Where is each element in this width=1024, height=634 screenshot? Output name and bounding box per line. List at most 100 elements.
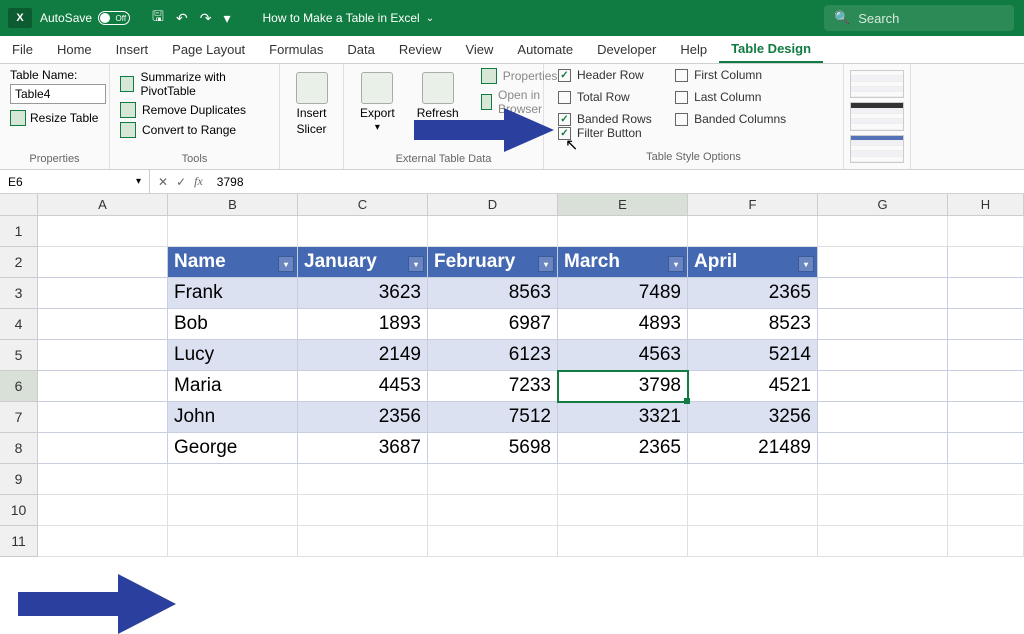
cell[interactable]: [558, 495, 688, 526]
cell[interactable]: [298, 464, 428, 495]
cell[interactable]: 7512: [428, 402, 558, 433]
row-header[interactable]: 10: [0, 495, 38, 526]
tab-insert[interactable]: Insert: [104, 36, 161, 63]
tab-home[interactable]: Home: [45, 36, 104, 63]
cell[interactable]: [38, 402, 168, 433]
cell[interactable]: [948, 526, 1024, 557]
cell[interactable]: [428, 464, 558, 495]
cell[interactable]: 5698: [428, 433, 558, 464]
row-header[interactable]: 9: [0, 464, 38, 495]
filter-dropdown-icon[interactable]: ▾: [278, 256, 294, 272]
col-header-C[interactable]: C: [298, 194, 428, 216]
row-header[interactable]: 8: [0, 433, 38, 464]
cell[interactable]: February▾: [428, 247, 558, 278]
tab-view[interactable]: View: [453, 36, 505, 63]
row-header[interactable]: 5: [0, 340, 38, 371]
resize-table-button[interactable]: Resize Table: [10, 110, 99, 126]
col-header-A[interactable]: A: [38, 194, 168, 216]
cell[interactable]: [38, 309, 168, 340]
cell[interactable]: [818, 309, 948, 340]
cell[interactable]: 8563: [428, 278, 558, 309]
cell[interactable]: April▾: [688, 247, 818, 278]
cell[interactable]: [948, 433, 1024, 464]
cell[interactable]: [948, 464, 1024, 495]
banded-columns-checkbox[interactable]: Banded Columns: [675, 112, 786, 126]
cell[interactable]: 21489: [688, 433, 818, 464]
formula-input[interactable]: 3798: [211, 175, 250, 189]
cell[interactable]: [948, 247, 1024, 278]
cell[interactable]: 4521: [688, 371, 818, 402]
cell[interactable]: [558, 526, 688, 557]
convert-range-button[interactable]: Convert to Range: [120, 120, 269, 140]
row-header[interactable]: 1: [0, 216, 38, 247]
tab-developer[interactable]: Developer: [585, 36, 668, 63]
row-header[interactable]: 3: [0, 278, 38, 309]
cell[interactable]: [168, 464, 298, 495]
tab-table-design[interactable]: Table Design: [719, 36, 823, 63]
select-all-corner[interactable]: [0, 194, 38, 216]
row-header[interactable]: 4: [0, 309, 38, 340]
cell[interactable]: [818, 247, 948, 278]
cell[interactable]: 3623: [298, 278, 428, 309]
cell[interactable]: 3321: [558, 402, 688, 433]
document-title[interactable]: How to Make a Table in Excel ⌄: [262, 11, 434, 25]
col-header-B[interactable]: B: [168, 194, 298, 216]
cell[interactable]: 7233: [428, 371, 558, 402]
tab-formulas[interactable]: Formulas: [257, 36, 335, 63]
cell[interactable]: [168, 216, 298, 247]
summarize-pivot-button[interactable]: Summarize with PivotTable: [120, 68, 269, 100]
cell[interactable]: 3687: [298, 433, 428, 464]
cell[interactable]: [948, 402, 1024, 433]
cell[interactable]: [818, 495, 948, 526]
total-row-checkbox[interactable]: Total Row: [558, 90, 652, 104]
cell[interactable]: [298, 526, 428, 557]
cell[interactable]: [168, 495, 298, 526]
ext-properties-button[interactable]: Properties: [481, 68, 558, 84]
name-box[interactable]: E6 ▾: [0, 170, 150, 193]
remove-duplicates-button[interactable]: Remove Duplicates: [120, 100, 269, 120]
cell[interactable]: 1893: [298, 309, 428, 340]
save-icon[interactable]: 🖫: [152, 6, 164, 30]
fx-icon[interactable]: fx: [194, 174, 203, 189]
undo-icon[interactable]: ↶: [176, 10, 188, 27]
unlink-button[interactable]: Unlink: [481, 120, 558, 136]
cell[interactable]: [818, 526, 948, 557]
cell[interactable]: [688, 464, 818, 495]
tab-automate[interactable]: Automate: [505, 36, 585, 63]
table-name-input[interactable]: [10, 84, 106, 104]
tab-file[interactable]: File: [0, 36, 45, 63]
cell[interactable]: [688, 216, 818, 247]
cell[interactable]: 6987: [428, 309, 558, 340]
filter-dropdown-icon[interactable]: ▾: [408, 256, 424, 272]
table-style-preview[interactable]: [850, 70, 904, 98]
cell[interactable]: [428, 526, 558, 557]
redo-icon[interactable]: ↷: [200, 10, 212, 27]
cell[interactable]: [818, 402, 948, 433]
cancel-formula-icon[interactable]: ✕: [158, 175, 168, 189]
banded-rows-checkbox[interactable]: ✓Banded Rows: [558, 112, 652, 126]
autosave-toggle[interactable]: AutoSave Off: [40, 11, 130, 25]
cell[interactable]: 2149: [298, 340, 428, 371]
col-header-D[interactable]: D: [428, 194, 558, 216]
cell[interactable]: 2356: [298, 402, 428, 433]
cell[interactable]: 4453: [298, 371, 428, 402]
cell[interactable]: 6123: [428, 340, 558, 371]
cell[interactable]: 4563: [558, 340, 688, 371]
cell[interactable]: [168, 526, 298, 557]
col-header-F[interactable]: F: [688, 194, 818, 216]
row-header[interactable]: 7: [0, 402, 38, 433]
cell[interactable]: [948, 216, 1024, 247]
table-style-preview[interactable]: [850, 102, 904, 130]
cell[interactable]: [558, 216, 688, 247]
open-browser-button[interactable]: Open in Browser: [481, 88, 558, 116]
cell[interactable]: John: [168, 402, 298, 433]
row-header[interactable]: 2: [0, 247, 38, 278]
cell[interactable]: [818, 278, 948, 309]
cell[interactable]: 3256: [688, 402, 818, 433]
search-input[interactable]: 🔍 Search: [824, 5, 1014, 31]
table-style-preview[interactable]: [850, 135, 904, 163]
first-column-checkbox[interactable]: First Column: [675, 68, 786, 82]
last-column-checkbox[interactable]: Last Column: [675, 90, 786, 104]
cell[interactable]: 7489: [558, 278, 688, 309]
row-header[interactable]: 6: [0, 371, 38, 402]
